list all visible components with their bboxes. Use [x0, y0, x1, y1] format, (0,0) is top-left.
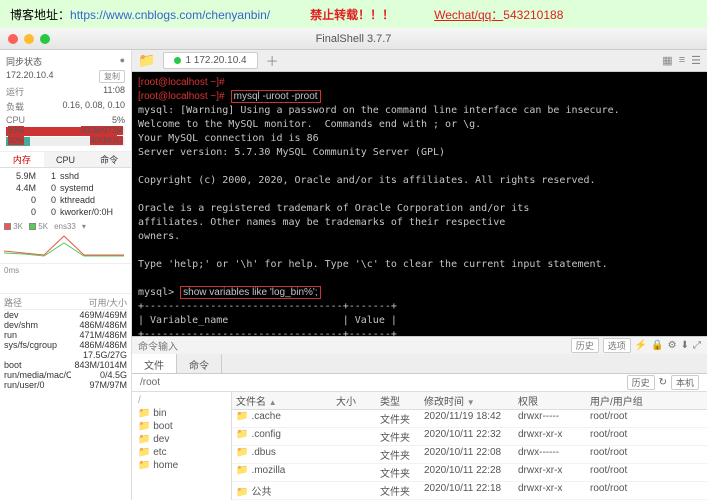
minimize-icon[interactable]	[24, 34, 34, 44]
close-icon[interactable]	[8, 34, 18, 44]
tree-item[interactable]: /	[136, 394, 227, 407]
disk-row: run/media/mac/CentOS0/4.5G	[4, 370, 127, 380]
session-tabbar: 📁 1 172.20.10.4 ＋ ▦ ≡ ☰	[132, 50, 707, 72]
path-bar: /root 历史 ↻ 本机	[132, 374, 707, 392]
maximize-icon[interactable]	[40, 34, 50, 44]
watermark-banner: 博客地址：https://www.cnblogs.com/chenyanbin/…	[0, 0, 707, 28]
file-row[interactable]: 📁.cache文件夹2020/11/19 18:42drwxr-----root…	[232, 410, 707, 428]
columns-icon[interactable]: ☰	[691, 54, 701, 67]
file-row[interactable]: 📁.config文件夹2020/10/11 22:32drwxr-xr-xroo…	[232, 428, 707, 446]
process-row: 4.4M0systemd	[4, 182, 127, 194]
disk-row: run/user/097M/97M	[4, 380, 127, 390]
session-tab[interactable]: 1 172.20.10.4	[163, 52, 257, 69]
lock-icon[interactable]: 🔒	[651, 340, 663, 351]
list-icon[interactable]: ≡	[679, 54, 685, 67]
swap-bar: 20%405M/2G	[6, 137, 125, 146]
file-row[interactable]: 📁.mozilla文件夹2020/10/11 22:28drwxr-xr-xro…	[232, 464, 707, 482]
process-list: 5.9M1sshd4.4M0systemd00kthreadd00kworker…	[0, 168, 131, 220]
disk-row: 17.5G/27G	[4, 350, 127, 360]
window-title: FinalShell 3.7.7	[316, 33, 392, 45]
file-tabs[interactable]: 文件 命令	[132, 354, 707, 374]
tree-item[interactable]: 📁 dev	[136, 433, 227, 446]
blog-url: https://www.cnblogs.com/chenyanbin/	[70, 8, 270, 22]
mem-bar: 93%902M/972M	[6, 127, 125, 136]
layout-icon[interactable]: ▦	[662, 54, 672, 67]
file-table[interactable]: 文件名 ▲ 大小 类型 修改时间 ▼ 权限 用户/用户组 📁.cache文件夹2…	[232, 392, 707, 500]
zap-icon[interactable]: ⚡	[635, 340, 647, 351]
tree-item[interactable]: 📁 etc	[136, 446, 227, 459]
disk-row: boot843M/1014M	[4, 360, 127, 370]
file-history-button[interactable]: 历史	[627, 375, 655, 390]
sort-asc-icon[interactable]: ▲	[269, 398, 277, 407]
tree-item[interactable]: 📁 bin	[136, 407, 227, 420]
process-row: 00kworker/0:0H	[4, 206, 127, 218]
download-icon[interactable]: ⬇	[681, 340, 689, 351]
folder-icon[interactable]: 📁	[138, 52, 155, 69]
latency-chart: 0ms	[0, 264, 131, 294]
add-tab-button[interactable]: ＋	[266, 51, 279, 70]
no-repost-warning: 禁止转载！！！	[310, 6, 394, 23]
sort-desc-icon[interactable]: ▼	[467, 398, 475, 407]
sidebar: 同步状态● 172.20.10.4复制 运行11:08 负载0.16, 0.08…	[0, 50, 132, 500]
tree-item[interactable]: 📁 boot	[136, 420, 227, 433]
local-button[interactable]: 本机	[671, 375, 699, 390]
options-button[interactable]: 选项	[603, 338, 631, 353]
disk-row: sys/fs/cgroup486M/486M	[4, 340, 127, 350]
folder-tree[interactable]: /📁 bin📁 boot📁 dev📁 etc📁 home	[132, 392, 232, 500]
terminal-output[interactable]: [root@localhost ~]# [root@localhost ~]# …	[132, 72, 707, 336]
disk-row: dev469M/469M	[4, 310, 127, 320]
file-row[interactable]: 📁公共文件夹2020/10/11 22:18drwxr-xr-xroot/roo…	[232, 482, 707, 500]
copy-button[interactable]: 复制	[99, 70, 125, 83]
window-titlebar: FinalShell 3.7.7	[0, 28, 707, 50]
network-chart: 3K 5Kens33 ▾	[0, 220, 131, 264]
host-ip: 172.20.10.4	[6, 70, 54, 83]
sidebar-tabs[interactable]: 内存CPU命令	[0, 152, 131, 168]
history-button[interactable]: 历史	[571, 338, 599, 353]
tree-item[interactable]: 📁 home	[136, 459, 227, 472]
process-row: 00kthreadd	[4, 194, 127, 206]
gear-icon[interactable]: ⚙	[668, 340, 677, 351]
expand-icon[interactable]: ⤢	[693, 340, 701, 351]
disk-list: 路径可用/大小 dev469M/469Mdev/shm486M/486Mrun4…	[0, 294, 131, 392]
process-row: 5.9M1sshd	[4, 170, 127, 182]
disk-row: dev/shm486M/486M	[4, 320, 127, 330]
disk-row: run471M/486M	[4, 330, 127, 340]
file-row[interactable]: 📁.dbus文件夹2020/10/11 22:08drwx------root/…	[232, 446, 707, 464]
terminal-footer: 命令输入 历史 选项 ⚡ 🔒 ⚙ ⬇ ⤢	[132, 336, 707, 354]
refresh-icon[interactable]: ↻	[659, 377, 667, 388]
